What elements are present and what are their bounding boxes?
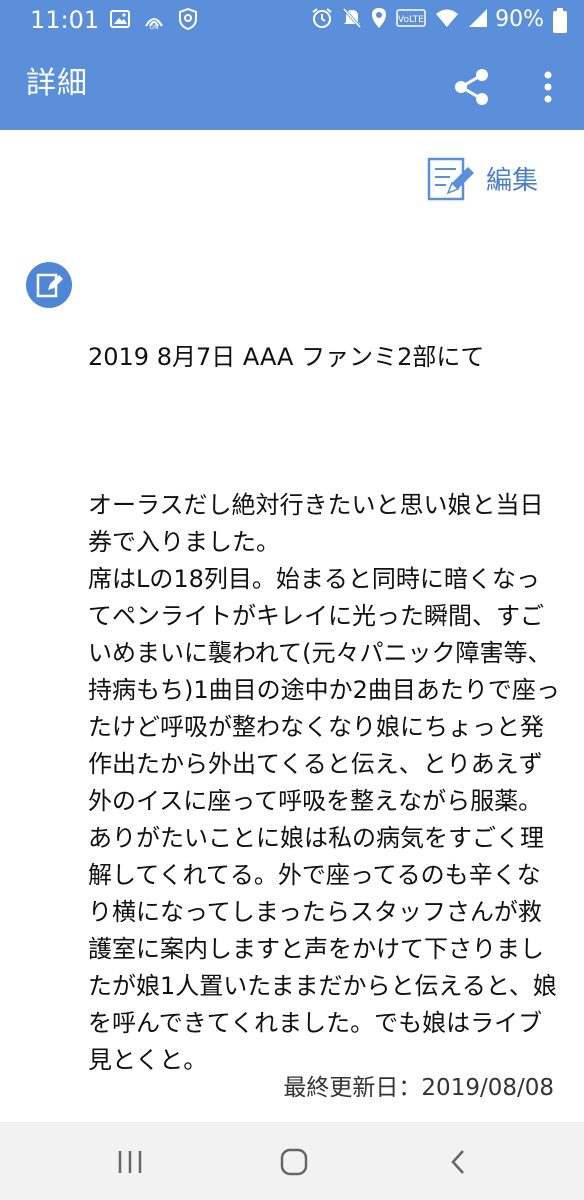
status-right-icons: VoLTE xyxy=(311,7,488,33)
share-button[interactable] xyxy=(448,63,496,111)
recent-apps-icon xyxy=(118,1151,142,1173)
navigation-bar xyxy=(0,1122,584,1200)
entry-content: 2019 8月7日 AAA ファンミ2部にて オーラスだし絶対行きたいと思い娘と… xyxy=(88,265,560,1116)
battery-percent: 90% xyxy=(495,7,544,32)
location-icon xyxy=(371,7,387,33)
page-title: 詳細 xyxy=(26,66,88,101)
edit-label: 編集 xyxy=(486,165,539,196)
entry-text: オーラスだし絶対行きたいと思い娘と当日券で入りました。 席はLの18列目。始まる… xyxy=(88,491,560,1074)
entry-date-title: 2019 8月7日 AAA ファンミ2部にて xyxy=(88,343,485,371)
back-icon xyxy=(451,1150,464,1174)
mute-icon xyxy=(342,7,362,33)
wifi-icon xyxy=(435,8,459,32)
home-icon xyxy=(280,1148,308,1176)
last-updated: 最終更新日：2019/08/08 xyxy=(283,1075,554,1101)
status-left-icons: ON xyxy=(110,7,198,34)
signal-icon xyxy=(468,8,488,32)
edit-document-icon xyxy=(427,157,474,201)
status-bar: 11:01 ON VoLTE 90% xyxy=(0,0,584,40)
app-bar: 詳細 xyxy=(0,40,584,130)
more-vert-icon xyxy=(544,71,552,103)
note-edit-icon xyxy=(26,262,72,308)
share-icon xyxy=(455,69,488,105)
wifi-call-icon: ON xyxy=(142,8,166,34)
volte-icon: VoLTE xyxy=(396,9,426,31)
edit-button[interactable]: 編集 xyxy=(426,150,538,206)
battery-icon xyxy=(552,8,568,38)
shield-icon xyxy=(178,7,198,34)
image-icon xyxy=(110,10,130,32)
home-button[interactable] xyxy=(264,1140,324,1184)
svg-text:ON: ON xyxy=(149,24,158,30)
back-button[interactable] xyxy=(428,1140,488,1184)
recent-apps-button[interactable] xyxy=(100,1140,160,1184)
status-time: 11:01 xyxy=(30,6,100,34)
svg-text:VoLTE: VoLTE xyxy=(398,15,424,25)
alarm-icon xyxy=(311,7,333,33)
more-options-button[interactable] xyxy=(532,63,564,111)
